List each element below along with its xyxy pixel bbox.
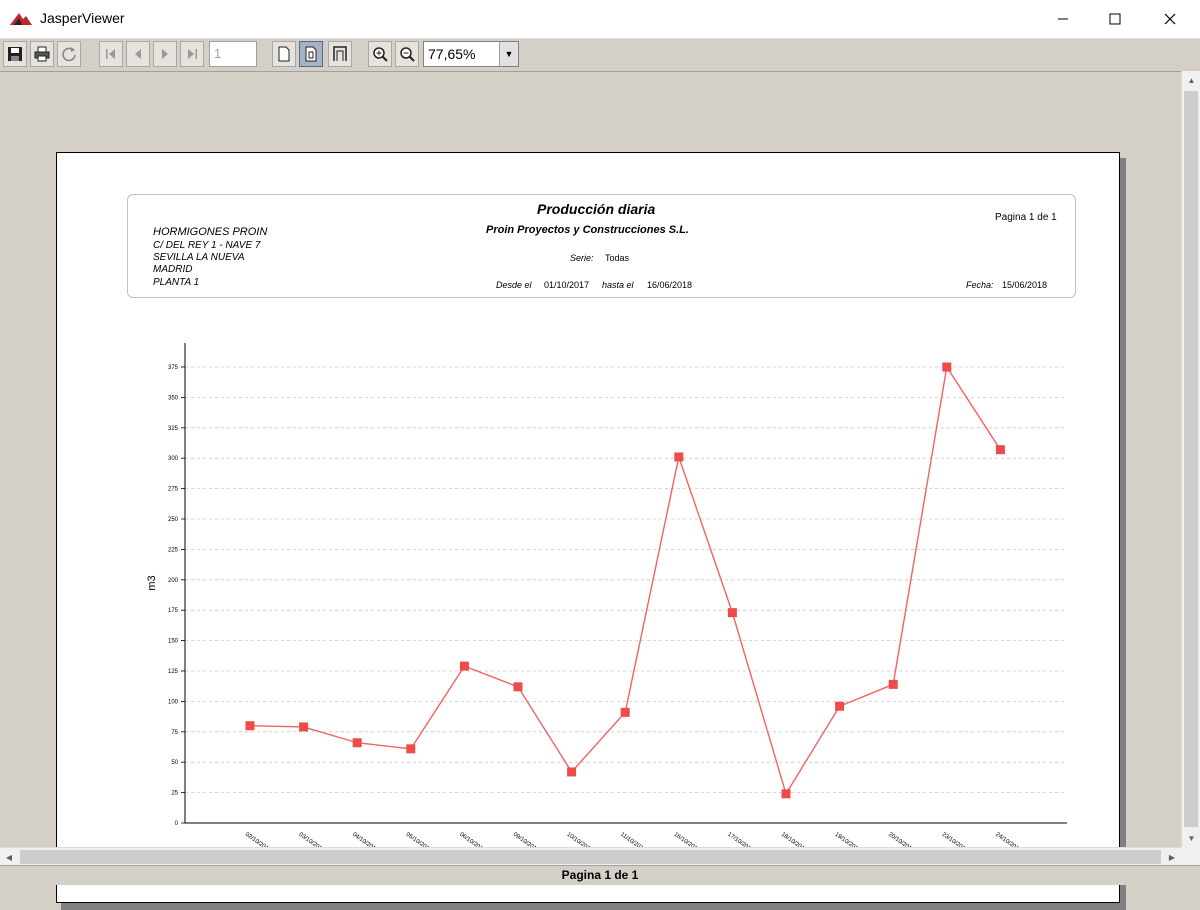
- horizontal-scrollbar[interactable]: ◀ ▶: [0, 847, 1181, 866]
- zoom-in-button[interactable]: [368, 41, 392, 67]
- status-bar: Pagina 1 de 1: [0, 865, 1200, 885]
- save-button[interactable]: [3, 41, 27, 67]
- data-point: [406, 744, 416, 754]
- y-tick-label: 375: [168, 365, 179, 371]
- close-button[interactable]: [1147, 0, 1193, 38]
- data-point: [299, 722, 309, 732]
- y-axis-label: m3: [146, 575, 158, 590]
- y-tick-label: 50: [171, 760, 178, 766]
- y-tick-label: 100: [168, 699, 179, 705]
- y-tick-label: 0: [175, 821, 179, 827]
- print-button[interactable]: [30, 41, 54, 67]
- data-point: [888, 679, 898, 689]
- first-page-icon: [106, 49, 115, 59]
- y-tick-label: 225: [168, 547, 179, 553]
- fit-page-button[interactable]: [299, 41, 323, 67]
- data-point: [513, 682, 523, 692]
- data-point: [835, 701, 845, 711]
- y-tick-label: 175: [168, 608, 179, 614]
- y-tick-label: 275: [168, 487, 179, 493]
- scroll-right-icon[interactable]: ▶: [1163, 848, 1181, 866]
- actual-size-icon: [278, 46, 290, 62]
- vertical-scroll-thumb[interactable]: [1184, 91, 1198, 827]
- scroll-up-icon[interactable]: ▲: [1182, 71, 1200, 89]
- page-number-input[interactable]: 1: [209, 41, 257, 67]
- previous-page-button[interactable]: [126, 41, 150, 67]
- reload-icon: [62, 47, 76, 62]
- zoom-in-icon: [373, 47, 388, 62]
- y-tick-label: 300: [168, 456, 179, 462]
- fit-page-icon: [305, 46, 317, 62]
- data-point: [727, 608, 737, 618]
- minimize-icon: [1058, 18, 1068, 20]
- report-viewport: Producción diaria Proin Proyectos y Cons…: [0, 71, 1181, 910]
- next-page-icon: [162, 49, 168, 59]
- minimize-button[interactable]: [1040, 0, 1086, 38]
- fit-width-button[interactable]: [328, 41, 352, 67]
- zoom-out-icon: [400, 47, 415, 62]
- previous-page-icon: [135, 49, 141, 59]
- maximize-button[interactable]: [1092, 0, 1138, 38]
- first-page-button[interactable]: [99, 41, 123, 67]
- y-tick-label: 75: [171, 730, 178, 736]
- y-tick-label: 325: [168, 426, 179, 432]
- y-tick-label: 150: [168, 639, 179, 645]
- jasper-logo-icon: [10, 13, 32, 25]
- chevron-down-icon[interactable]: ▼: [499, 42, 518, 66]
- scrollbar-corner: [1181, 847, 1200, 865]
- actual-size-button[interactable]: [272, 41, 296, 67]
- report-page: Producción diaria Proin Proyectos y Cons…: [56, 152, 1120, 903]
- scroll-down-icon[interactable]: ▼: [1182, 829, 1200, 847]
- save-icon: [8, 47, 22, 61]
- data-point: [620, 707, 630, 717]
- horizontal-scroll-thumb[interactable]: [20, 850, 1161, 864]
- y-tick-label: 25: [171, 791, 178, 797]
- data-point: [674, 452, 684, 462]
- last-page-icon: [188, 49, 197, 59]
- data-point: [567, 767, 577, 777]
- data-point: [245, 721, 255, 731]
- next-page-button[interactable]: [153, 41, 177, 67]
- fit-width-icon: [333, 46, 347, 61]
- close-icon: [1164, 13, 1176, 25]
- y-tick-label: 350: [168, 395, 179, 401]
- data-point: [942, 362, 952, 372]
- y-tick-label: 200: [168, 578, 179, 584]
- last-page-button[interactable]: [180, 41, 204, 67]
- maximize-icon: [1109, 13, 1121, 25]
- data-point: [995, 445, 1005, 455]
- title-bar: JasperViewer: [0, 0, 1200, 39]
- series-line: [249, 365, 1001, 796]
- window-title: JasperViewer: [40, 10, 125, 26]
- zoom-out-button[interactable]: [395, 41, 419, 67]
- zoom-value: 77,65%: [428, 46, 476, 62]
- y-tick-label: 125: [168, 669, 179, 675]
- data-point: [781, 789, 791, 799]
- printer-icon: [34, 46, 50, 62]
- data-point: [352, 738, 362, 748]
- vertical-scrollbar[interactable]: ▲ ▼: [1181, 71, 1200, 847]
- data-point: [459, 661, 469, 671]
- scroll-left-icon[interactable]: ◀: [0, 848, 18, 866]
- y-tick-label: 250: [168, 517, 179, 523]
- zoom-select[interactable]: 77,65% ▼: [423, 41, 519, 67]
- reload-button[interactable]: [57, 41, 81, 67]
- toolbar: 1 77,65% ▼: [0, 39, 1200, 71]
- production-line-chart: 0 25 50 75 100 125 150 175 200 225 250 275 300 325 350…: [146, 343, 1067, 854]
